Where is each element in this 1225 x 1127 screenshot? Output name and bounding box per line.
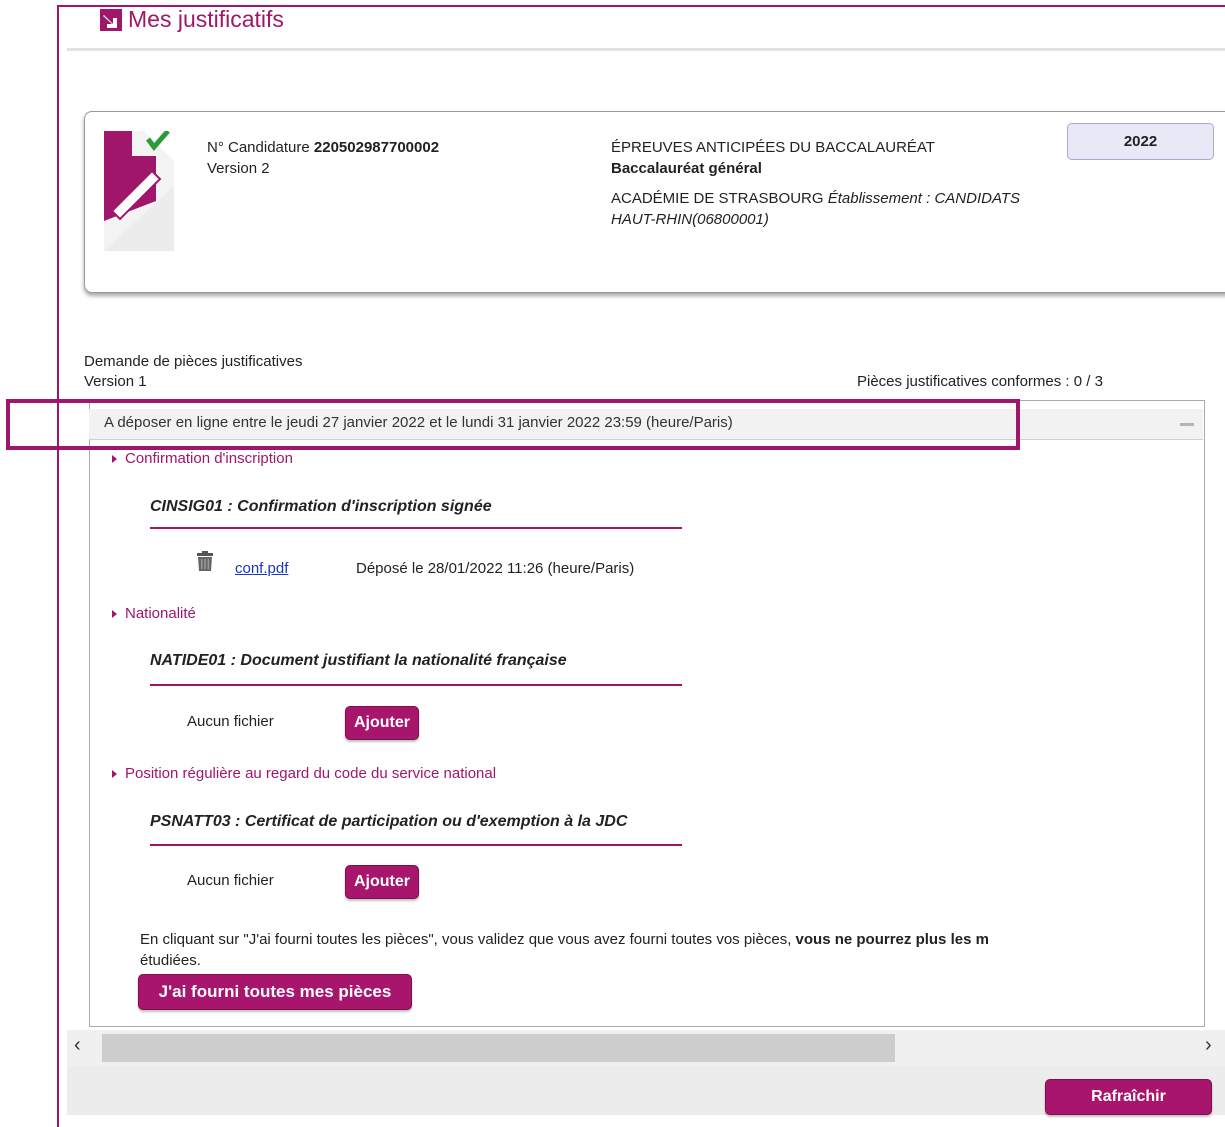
scroll-thumb[interactable] [102,1034,895,1062]
piece-title-cinsig01: CINSIG01 : Confirmation d'inscription si… [150,498,492,515]
section-title: Position régulière au regard du code du … [125,765,497,782]
piece-divider [150,684,682,686]
section-confirmation[interactable]: Confirmation d'inscription [112,450,293,467]
header-divider [67,48,1225,51]
notice-text-line2: étudiées. [140,952,201,969]
candidature-label: N° Candidature [207,139,310,156]
academy-name: ACADÉMIE DE STRASBOURG [611,190,824,207]
section-title: Nationalité [125,605,196,622]
notice-bold-text: vous ne pourrez plus les m [795,931,989,948]
add-button-nationalite[interactable]: Ajouter [345,706,419,740]
establishment-label: Établissement : [827,190,931,207]
signed-document-icon [104,131,174,251]
piece-title-natide01: NATIDE01 : Document justifiant la nation… [150,652,567,669]
piece-title-psnatt03: PSNATT03 : Certificat de participation o… [150,813,628,830]
piece-divider [150,844,682,846]
submit-all-pieces-button[interactable]: J'ai fourni toutes mes pièces [138,974,412,1010]
scroll-right-arrow-icon[interactable]: › [1205,1034,1212,1057]
request-version: Version 1 [84,373,147,390]
collapse-icon[interactable] [1180,423,1194,426]
add-button-service-national[interactable]: Ajouter [345,865,419,899]
scroll-left-arrow-icon[interactable]: ‹ [74,1034,81,1057]
trash-icon[interactable] [196,551,214,571]
candidature-version: Version 2 [207,160,270,177]
section-nationalite[interactable]: Nationalité [112,605,196,622]
academy-info: ACADÉMIE DE STRASBOURG Établissement : C… [611,188,1031,230]
file-upload-date: Déposé le 28/01/2022 11:26 (heure/Paris) [356,560,635,577]
highlight-box [6,399,1020,450]
section-title: Confirmation d'inscription [125,450,293,467]
file-link-conf-pdf[interactable]: conf.pdf [235,560,288,577]
triangle-right-icon [112,770,117,779]
candidature-value: 220502987700002 [313,139,440,156]
refresh-button[interactable]: Rafraîchir [1045,1079,1212,1115]
request-title: Demande de pièces justificatives [84,353,303,370]
exam-subtitle: Baccalauréat général [611,160,762,177]
candidature-number: N° Candidature 220502987700002 [207,139,439,156]
section-service-national[interactable]: Position régulière au regard du code du … [112,765,496,782]
conformes-count: Pièces justificatives conformes : 0 / 3 [857,373,1103,390]
page-title: Mes justificatifs [128,6,284,32]
no-file-label: Aucun fichier [187,872,274,889]
exam-title: ÉPREUVES ANTICIPÉES DU BACCALAURÉAT [611,139,935,156]
arrow-down-right-icon [100,8,122,31]
piece-divider [150,527,682,529]
triangle-right-icon [112,610,117,619]
triangle-right-icon [112,455,117,464]
no-file-label: Aucun fichier [187,713,274,730]
notice-text: En cliquant sur "J'ai fourni toutes les … [140,931,796,948]
validation-notice: En cliquant sur "J'ai fourni toutes les … [140,929,1225,971]
page-header: Mes justificatifs [100,6,284,33]
year-badge: 2022 [1067,123,1214,160]
